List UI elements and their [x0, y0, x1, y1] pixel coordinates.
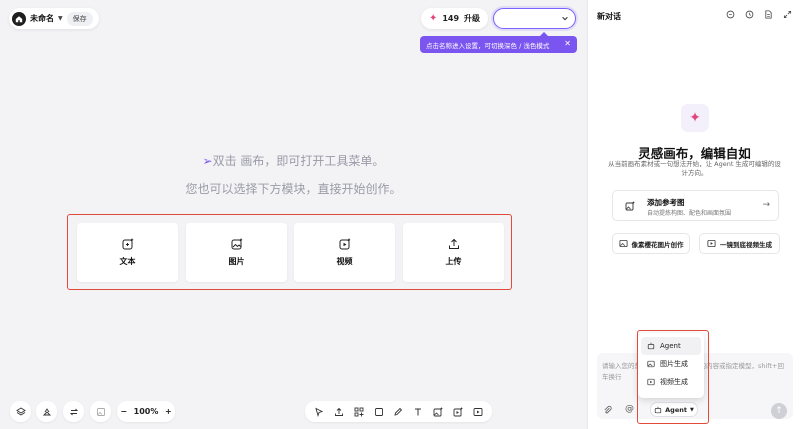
stack-icon — [42, 407, 51, 415]
tooltip-text: 点击名称进入设置，可切换深色 / 浅色模式 — [426, 41, 550, 50]
card-label: 文本 — [119, 257, 136, 266]
card-label: 视频 — [336, 257, 353, 266]
chevron-down-icon: ▼ — [58, 15, 63, 22]
project-menu[interactable]: 未命名 ▼ 保存 — [9, 8, 99, 29]
grid-add-icon[interactable] — [354, 407, 364, 417]
quick-action-label: 像素樱花图片创作 — [631, 240, 684, 249]
upload-icon[interactable] — [334, 407, 344, 417]
image-gen-icon[interactable] — [433, 407, 443, 417]
arrow-up-icon: ↑ — [775, 406, 783, 416]
panel-actions — [725, 9, 792, 19]
video-icon — [707, 239, 716, 248]
panel-subtitle: 从当前画布素材或一句想法开始，让 Agent 生成可编辑的设计方向。 — [608, 160, 781, 177]
document-icon[interactable] — [763, 9, 773, 19]
assets-button[interactable] — [36, 401, 57, 422]
swap-icon — [69, 408, 78, 415]
select-cursor-icon[interactable] — [314, 407, 324, 417]
card-text[interactable]: 文本 — [77, 223, 178, 282]
sparkle-icon: ✦ — [428, 13, 438, 24]
home-icon[interactable] — [12, 11, 26, 26]
quick-action-image[interactable]: 像素樱花图片创作 — [612, 233, 690, 254]
card-upload[interactable]: 上传 — [403, 223, 504, 282]
panel-title: 新对话 — [597, 12, 621, 21]
card-label: 上传 — [445, 257, 462, 266]
swap-button[interactable] — [63, 401, 84, 422]
chevron-down-icon — [561, 14, 569, 24]
zoom-level: 100% — [133, 407, 159, 416]
layers-button[interactable] — [10, 401, 31, 422]
add-reference-button[interactable]: 添加参考图 自动提炼构图、配色和画面氛围 → — [612, 190, 779, 221]
image-icon — [96, 407, 105, 416]
reference-desc: 自动提炼构图、配色和画面氛围 — [647, 210, 732, 217]
video-gen-icon[interactable] — [453, 407, 463, 417]
highlight-box — [637, 330, 709, 424]
expand-icon[interactable] — [782, 9, 792, 19]
cursor-icon: ➢ — [202, 154, 213, 168]
card-image[interactable]: 图片 — [186, 223, 287, 282]
rectangle-icon[interactable] — [374, 407, 384, 417]
theme-tooltip: 点击名称进入设置，可切换深色 / 浅色模式 ✕ — [420, 32, 577, 53]
paperclip-icon[interactable] — [603, 405, 612, 418]
mention-icon[interactable]: @ — [625, 404, 634, 414]
quick-action-label: 一镜到底视频生成 — [720, 240, 772, 249]
text-tool-icon[interactable] — [413, 407, 423, 417]
layers-icon — [15, 406, 26, 416]
hint-line-1: 双击 画布，即可打开工具菜单。 — [212, 154, 385, 168]
save-button[interactable]: 保存 — [66, 11, 93, 26]
upload-icon — [448, 238, 459, 249]
theme-select[interactable] — [493, 8, 576, 29]
text-plus-icon — [122, 238, 133, 250]
reference-title: 添加参考图 — [647, 198, 685, 207]
project-name[interactable]: 未命名 — [30, 13, 54, 24]
credits-count: 149 — [442, 14, 460, 23]
sparkle-icon: ✦ — [681, 104, 709, 132]
card-label: 图片 — [228, 257, 245, 266]
arrow-right-icon: → — [762, 200, 770, 210]
zoom-control: − 100% + — [117, 401, 175, 422]
image-plus-icon — [625, 201, 635, 211]
card-video[interactable]: 视频 — [294, 223, 395, 282]
canvas-hint-primary: ➢双击 画布，即可打开工具菜单。 — [0, 152, 587, 169]
history-icon[interactable] — [744, 9, 754, 19]
hint-line-2: 您也可以选择下方模块，直接开始创作。 — [185, 182, 402, 196]
image-icon — [618, 239, 628, 248]
tool-bar — [305, 401, 492, 422]
chat-icon[interactable] — [725, 9, 735, 19]
quick-action-video[interactable]: 一镜到底视频生成 — [699, 233, 780, 254]
zoom-out-button[interactable]: − — [120, 407, 127, 416]
send-button[interactable]: ↑ — [771, 403, 787, 419]
close-icon[interactable]: ✕ — [564, 39, 571, 48]
canvas-area[interactable]: 未命名 ▼ 保存 ✦ 149 升级 点击名称进入设置，可切换深色 / 浅色模式 … — [0, 0, 587, 429]
image-tool-button[interactable] — [90, 401, 111, 422]
credits-upgrade-button[interactable]: ✦ 149 升级 — [421, 8, 488, 29]
upgrade-label: 升级 — [464, 14, 481, 23]
video-frame-icon[interactable] — [473, 407, 483, 417]
pen-icon[interactable] — [393, 407, 403, 417]
image-plus-icon — [231, 238, 242, 250]
zoom-in-button[interactable]: + — [165, 407, 172, 416]
video-plus-icon — [339, 238, 350, 250]
